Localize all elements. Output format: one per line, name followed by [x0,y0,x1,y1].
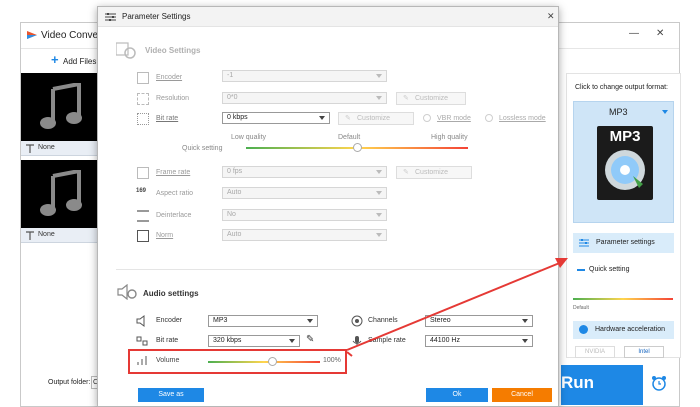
annotation-arrow [346,258,568,357]
